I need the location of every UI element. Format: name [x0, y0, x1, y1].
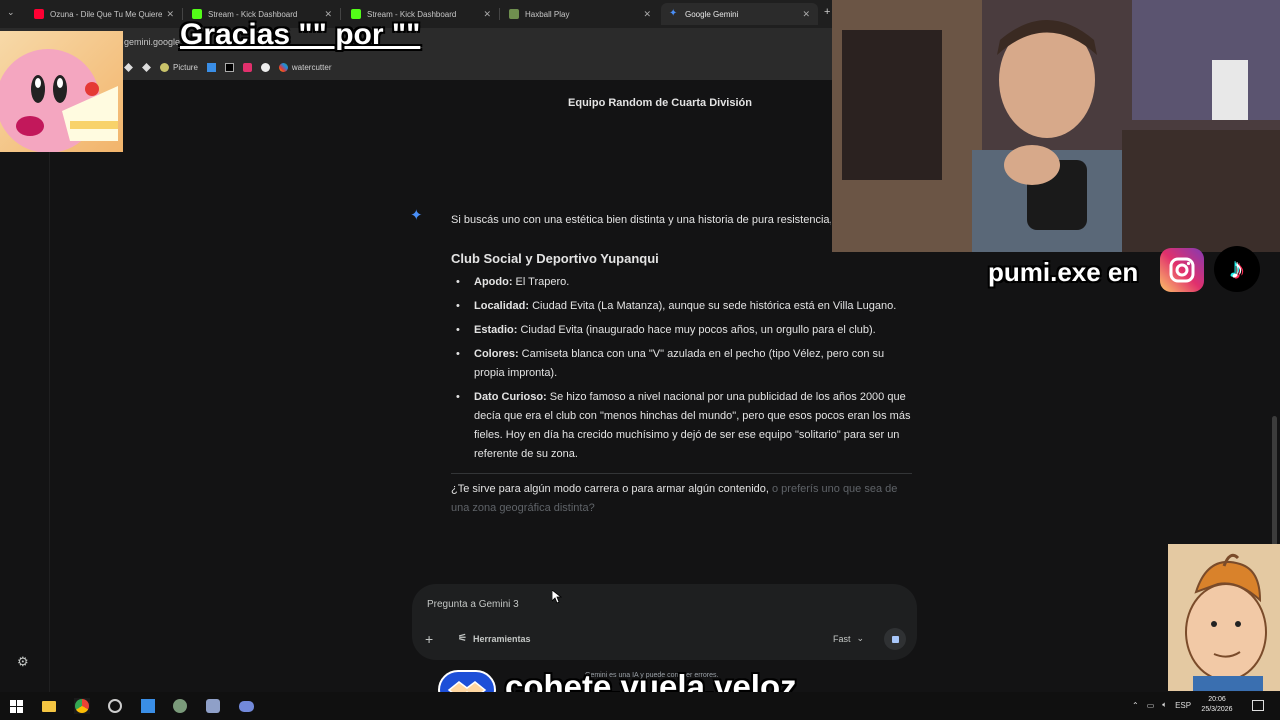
- model-mode-dropdown[interactable]: Fast ⌄: [833, 633, 864, 644]
- fact-text: El Trapero.: [512, 276, 570, 288]
- gemini-sidebar: [0, 80, 50, 692]
- tab-haxball[interactable]: Haxball Play ✕: [501, 3, 659, 25]
- bookmark-item[interactable]: [142, 62, 151, 72]
- clock-date: 25/3/2026: [1201, 706, 1233, 713]
- chevron-up-icon[interactable]: ⌃: [1132, 701, 1139, 710]
- tab-list-button[interactable]: ⌄: [7, 7, 15, 18]
- network-icon[interactable]: ▭: [1147, 701, 1155, 710]
- tab-label: Ozuna - Dile Que Tu Me Quieres: [50, 9, 163, 19]
- kirby-illustration: [0, 49, 118, 152]
- tools-button[interactable]: ⚟ Herramientas: [458, 633, 531, 644]
- sliders-icon: ⚟: [458, 633, 467, 644]
- language-indicator[interactable]: ESP: [1175, 701, 1191, 710]
- diamond-icon: [142, 62, 151, 72]
- volume-icon[interactable]: 🔈︎: [1162, 700, 1167, 710]
- haxball-icon: [509, 9, 519, 19]
- fact-label: Dato Curioso:: [474, 391, 547, 403]
- kirby-overlay-image: [0, 31, 123, 152]
- bookmark-label: Picture: [173, 62, 198, 72]
- close-icon[interactable]: ✕: [483, 9, 491, 20]
- prompt-box: [412, 584, 917, 660]
- club-heading: Club Social y Deportivo Yupanqui: [451, 251, 659, 266]
- fact-label: Localidad:: [474, 300, 530, 312]
- gemini-spark-icon: ✦: [410, 207, 423, 224]
- webcam-feed: [832, 0, 1280, 252]
- picture-icon: [160, 62, 169, 72]
- list-item: Estadio: Ciudad Evita (inaugurado hace m…: [456, 321, 914, 340]
- tiktok-icon: [224, 62, 234, 72]
- windows-start-icon[interactable]: [8, 698, 24, 714]
- close-icon[interactable]: ✕: [166, 9, 174, 20]
- tintin-illustration: [1168, 544, 1280, 691]
- divider: [451, 473, 912, 474]
- fact-text: Ciudad Evita (inaugurado hace muy pocos …: [517, 324, 876, 336]
- tab-youtube[interactable]: Ozuna - Dile Que Tu Me Quieres ✕: [26, 3, 182, 25]
- windows-taskbar: [0, 692, 1280, 720]
- tiktok-icon: ♪: [1214, 246, 1260, 292]
- app-icon[interactable]: [172, 698, 188, 714]
- chevron-down-icon: ⌄: [856, 633, 865, 643]
- settings-icon[interactable]: ⚙: [17, 654, 29, 670]
- circle-icon: [260, 62, 270, 72]
- obs-icon[interactable]: [107, 698, 123, 714]
- instagram-icon: [242, 62, 252, 72]
- list-item: Dato Curioso: Se hizo famoso a nivel nac…: [456, 388, 914, 464]
- social-handle-caption: pumi.exe en: [988, 257, 1139, 287]
- list-item: Localidad: Ciudad Evita (La Matanza), au…: [456, 297, 914, 316]
- bookmark-item[interactable]: [224, 62, 234, 72]
- fact-label: Estadio:: [474, 324, 518, 336]
- tab-label: Google Gemini: [685, 9, 739, 19]
- tools-label: Herramientas: [472, 633, 531, 644]
- tab-label: Haxball Play: [525, 9, 570, 19]
- clock-time: 20:06: [1208, 696, 1226, 703]
- top-caption: Gracias "" por "": [180, 18, 421, 51]
- tab-separator: [499, 8, 500, 20]
- followup-question: ¿Te sirve para algún modo carrera o para…: [451, 480, 913, 518]
- bookmark-label: watercutter: [291, 62, 332, 72]
- bookmark-item[interactable]: [260, 62, 270, 72]
- instagram-icon: [1160, 248, 1204, 292]
- app-icon[interactable]: [205, 698, 221, 714]
- tab-gemini[interactable]: ✦ Google Gemini ✕: [661, 3, 818, 25]
- file-explorer-icon[interactable]: [41, 698, 57, 714]
- windows-icon: [206, 62, 216, 72]
- youtube-icon: [34, 9, 44, 19]
- list-item: Apodo: El Trapero.: [456, 273, 914, 292]
- taskbar-clock[interactable]: 20:06 25/3/2026: [1200, 695, 1234, 715]
- prompt-input[interactable]: Pregunta a Gemini 3: [427, 599, 519, 610]
- chat-title: Equipo Random de Cuarta División: [568, 97, 752, 109]
- club-facts-list: Apodo: El Trapero. Localidad: Ciudad Evi…: [456, 273, 914, 469]
- bookmark-item[interactable]: [242, 62, 252, 72]
- stop-generation-button[interactable]: [884, 628, 906, 650]
- app-icon[interactable]: [140, 698, 156, 714]
- system-tray: ⌃ ▭ 🔈︎ ESP: [1132, 700, 1191, 710]
- tintin-overlay-image: [1168, 544, 1280, 691]
- diamond-icon: [124, 62, 133, 72]
- new-tab-button[interactable]: +: [824, 6, 830, 18]
- add-attachment-button[interactable]: +: [425, 631, 433, 647]
- stop-icon: [891, 635, 899, 643]
- watercutter-icon: [278, 62, 288, 72]
- close-icon[interactable]: ✕: [643, 9, 651, 20]
- list-item: Colores: Camiseta blanca con una "V" azu…: [456, 345, 914, 383]
- mouse-cursor-icon: [551, 589, 563, 609]
- fact-label: Colores:: [474, 348, 519, 360]
- fact-text: Camiseta blanca con una "V" azulada en e…: [474, 348, 885, 379]
- notifications-icon[interactable]: [1252, 700, 1264, 711]
- fact-text: Ciudad Evita (La Matanza), aunque su sed…: [529, 300, 897, 312]
- gemini-icon: ✦: [669, 8, 678, 19]
- mode-label: Fast: [833, 633, 851, 644]
- bookmark-picture[interactable]: Picture: [160, 62, 198, 72]
- bookmark-item[interactable]: [206, 62, 216, 72]
- bookmark-watercutter[interactable]: watercutter: [278, 62, 332, 72]
- bookmark-item[interactable]: [124, 62, 133, 72]
- chrome-icon[interactable]: [74, 698, 90, 714]
- response-intro: Si buscás uno con una estética bien dist…: [451, 214, 831, 226]
- streamer-webcam-image: [832, 0, 1280, 252]
- close-icon[interactable]: ✕: [802, 9, 810, 20]
- followup-text: ¿Te sirve para algún modo carrera o para…: [451, 483, 769, 495]
- fact-label: Apodo:: [474, 276, 513, 288]
- discord-icon[interactable]: [238, 698, 254, 714]
